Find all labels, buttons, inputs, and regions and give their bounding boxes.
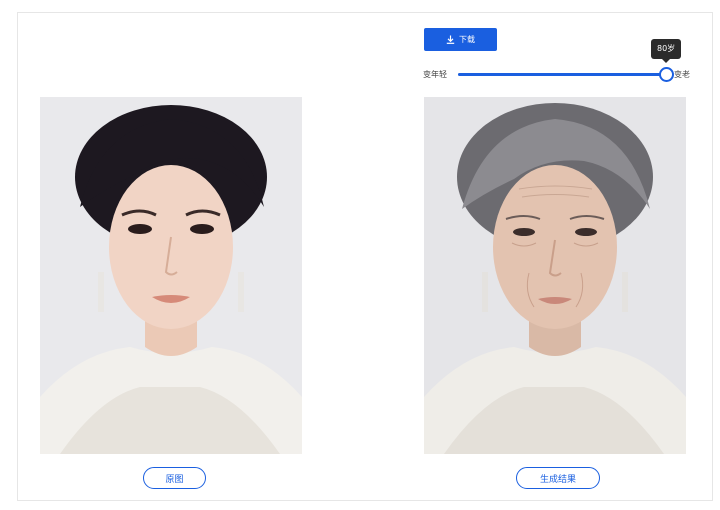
- older-label: 变老: [674, 70, 690, 79]
- younger-label: 变年轻: [423, 70, 447, 79]
- original-image-label: 原图: [165, 474, 184, 485]
- download-icon: [446, 35, 455, 44]
- age-slider-thumb[interactable]: [659, 67, 674, 82]
- original-photo: [40, 97, 302, 454]
- result-photo: [424, 97, 686, 454]
- download-label: 下载: [459, 35, 475, 44]
- download-button[interactable]: 下载: [424, 28, 497, 51]
- age-slider-fill: [458, 73, 666, 76]
- age-slider-track[interactable]: [458, 73, 666, 76]
- result-image-label: 生成结果: [539, 474, 576, 485]
- original-image-button[interactable]: 原图: [143, 467, 206, 489]
- age-tooltip: 80岁: [651, 39, 682, 63]
- result-image-button[interactable]: 生成结果: [516, 467, 600, 489]
